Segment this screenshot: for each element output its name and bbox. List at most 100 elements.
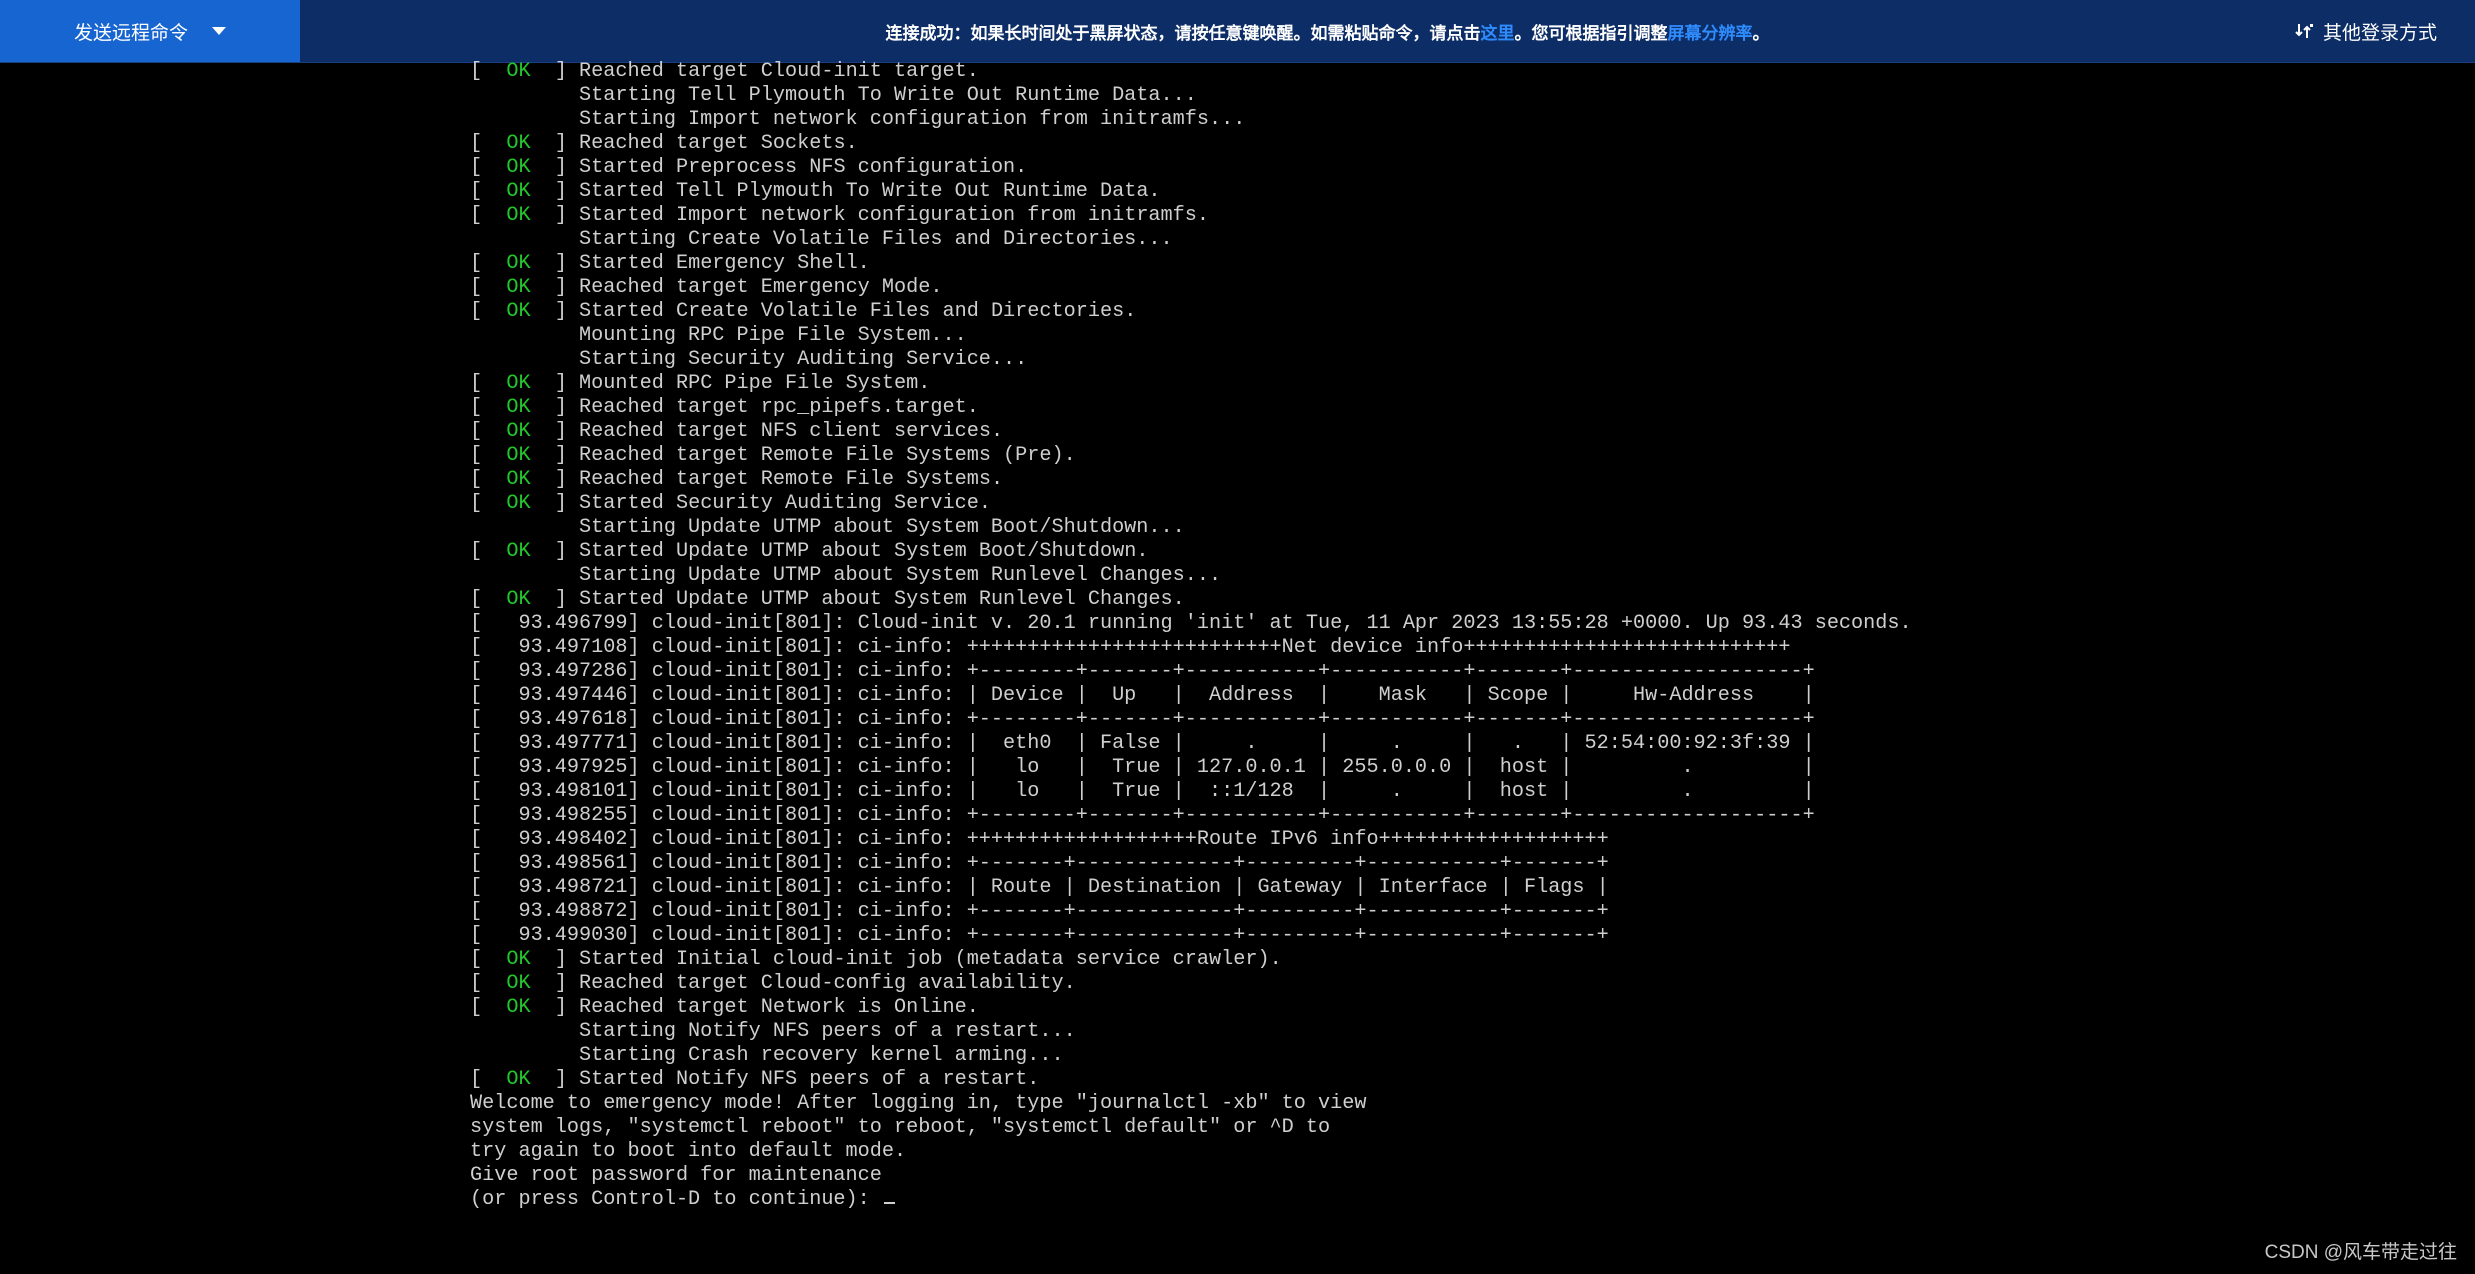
- console-line: Starting Create Volatile Files and Direc…: [470, 228, 1173, 251]
- console-line-text: [ 93.497108] cloud-init[801]: ci-info: +…: [470, 636, 1791, 659]
- console-line-text: [ 93.497771] cloud-init[801]: ci-info: |…: [470, 732, 1815, 755]
- ok-status: OK: [494, 60, 543, 83]
- console-line-text: Reached target Remote File Systems.: [579, 468, 1004, 491]
- ok-status: OK: [494, 372, 543, 395]
- console-line-text: Started Initial cloud-init job (metadata…: [579, 948, 1282, 971]
- console-line-text: Reached target rpc_pipefs.target.: [579, 396, 979, 419]
- console-line-text: Reached target NFS client services.: [579, 420, 1004, 443]
- console-line-text: Started Update UTMP about System Runleve…: [579, 588, 1185, 611]
- console-line-text: Started Security Auditing Service.: [579, 492, 991, 515]
- top-toolbar: 发送远程命令 连接成功：如果长时间处于黑屏状态，请按任意键唤醒。如需粘贴命令，请…: [0, 0, 2475, 63]
- chevron-down-icon: [212, 27, 226, 35]
- screen-resolution-link[interactable]: 屏幕分辨率: [1668, 19, 1753, 44]
- ok-status: OK: [494, 204, 543, 227]
- console-line: Starting Update UTMP about System Runlev…: [470, 564, 1221, 587]
- console-line-text: Reached target Cloud-init target.: [579, 60, 979, 83]
- console-line-text: [ 93.498402] cloud-init[801]: ci-info: +…: [470, 828, 1609, 851]
- console-line: [ OK ] Started Emergency Shell.: [470, 252, 870, 275]
- console-line: [ OK ] Started Update UTMP about System …: [470, 540, 1149, 563]
- console-line: [ OK ] Started Preprocess NFS configurat…: [470, 156, 1028, 179]
- console-line-text: [ 93.499030] cloud-init[801]: ci-info: +…: [470, 924, 1609, 947]
- console-line: [ 93.498101] cloud-init[801]: ci-info: |…: [470, 780, 1815, 803]
- console-line: [ OK ] Started Import network configurat…: [470, 204, 1209, 227]
- ok-status: OK: [494, 420, 543, 443]
- console-line: [ OK ] Started Notify NFS peers of a res…: [470, 1068, 1040, 1091]
- console-line-text: (or press Control-D to continue):: [470, 1188, 882, 1211]
- ok-status: OK: [494, 948, 543, 971]
- console-line: Starting Crash recovery kernel arming...: [470, 1044, 1064, 1067]
- console-line: (or press Control-D to continue):: [470, 1188, 895, 1211]
- console-line: Starting Notify NFS peers of a restart..…: [470, 1020, 1076, 1043]
- console-line-text: [ 93.498255] cloud-init[801]: ci-info: +…: [470, 804, 1815, 827]
- console-line: Give root password for maintenance: [470, 1164, 882, 1187]
- console-line-text: try again to boot into default mode.: [470, 1140, 907, 1163]
- notice-text-suffix: 。: [1752, 23, 1770, 43]
- console-line: [ 93.497108] cloud-init[801]: ci-info: +…: [470, 636, 1790, 659]
- console-line: [ OK ] Reached target Cloud-init target.: [470, 60, 979, 83]
- text-cursor: [883, 1202, 895, 1204]
- console-line-text: Reached target Remote File Systems (Pre)…: [579, 444, 1076, 467]
- console-line: [ 93.498872] cloud-init[801]: ci-info: +…: [470, 900, 1609, 923]
- console-line-text: Reached target Network is Online.: [579, 996, 979, 1019]
- ok-status: OK: [494, 468, 543, 491]
- console-line: [ 93.499030] cloud-init[801]: ci-info: +…: [470, 924, 1609, 947]
- console-line: [ 93.497286] cloud-init[801]: ci-info: +…: [470, 660, 1815, 683]
- console-line: [ OK ] Reached target Sockets.: [470, 132, 858, 155]
- console-line: [ 93.497771] cloud-init[801]: ci-info: |…: [470, 732, 1815, 755]
- console-line-text: Starting Security Auditing Service...: [470, 348, 1028, 371]
- console-line: [ 93.497618] cloud-init[801]: ci-info: +…: [470, 708, 1815, 731]
- console-line-text: Give root password for maintenance: [470, 1164, 882, 1187]
- console-line-text: Starting Import network configuration fr…: [470, 108, 1246, 131]
- console-line-text: Starting Tell Plymouth To Write Out Runt…: [470, 84, 1197, 107]
- console-line: [ OK ] Reached target NFS client service…: [470, 420, 1004, 443]
- console-line-text: Reached target Cloud-config availability…: [579, 972, 1076, 995]
- paste-here-link[interactable]: 这里: [1481, 19, 1515, 44]
- console-output[interactable]: [ OK ] Reached target Cloud-init target.…: [470, 60, 1912, 1212]
- console-line-text: [ 93.498101] cloud-init[801]: ci-info: |…: [470, 780, 1815, 803]
- console-line-text: [ 93.497446] cloud-init[801]: ci-info: |…: [470, 684, 1815, 707]
- notice-text-middle: 。您可根据指引调整: [1514, 23, 1668, 43]
- console-line-text: Reached target Sockets.: [579, 132, 858, 155]
- console-line: [ 93.497925] cloud-init[801]: ci-info: |…: [470, 756, 1815, 779]
- console-line: [ OK ] Reached target Remote File System…: [470, 468, 1004, 491]
- ok-status: OK: [494, 300, 543, 323]
- ok-status: OK: [494, 996, 543, 1019]
- send-remote-command-label: 发送远程命令: [73, 22, 188, 44]
- console-line: try again to boot into default mode.: [470, 1140, 906, 1163]
- console-line: [ OK ] Reached target Remote File System…: [470, 444, 1076, 467]
- console-line-text: [ 93.498721] cloud-init[801]: ci-info: |…: [470, 876, 1609, 899]
- console-line-text: Reached target Emergency Mode.: [579, 276, 943, 299]
- console-line-text: Starting Update UTMP about System Runlev…: [470, 564, 1222, 587]
- console-line-text: Started Create Volatile Files and Direct…: [579, 300, 1137, 323]
- console-line-text: Started Update UTMP about System Boot/Sh…: [579, 540, 1149, 563]
- console-line: Starting Update UTMP about System Boot/S…: [470, 516, 1185, 539]
- console-line: [ OK ] Started Tell Plymouth To Write Ou…: [470, 180, 1161, 203]
- console-line-text: Mounting RPC Pipe File System...: [470, 324, 967, 347]
- console-line: Starting Tell Plymouth To Write Out Runt…: [470, 84, 1197, 107]
- console-line-text: [ 93.497286] cloud-init[801]: ci-info: +…: [470, 660, 1815, 683]
- ok-status: OK: [494, 1068, 543, 1091]
- send-remote-command-button[interactable]: 发送远程命令: [0, 0, 300, 62]
- ok-status: OK: [494, 132, 543, 155]
- notice-text-prefix: 连接成功：如果长时间处于黑屏状态，请按任意键唤醒。如需粘贴命令，请点击: [885, 23, 1481, 43]
- console-line-text: Mounted RPC Pipe File System.: [579, 372, 931, 395]
- console-line-text: Started Tell Plymouth To Write Out Runti…: [579, 180, 1161, 203]
- console-line: [ OK ] Reached target Emergency Mode.: [470, 276, 943, 299]
- console-line: [ 93.498402] cloud-init[801]: ci-info: +…: [470, 828, 1609, 851]
- ok-status: OK: [494, 276, 543, 299]
- ok-status: OK: [494, 252, 543, 275]
- console-line: Welcome to emergency mode! After logging…: [470, 1092, 1366, 1115]
- ok-status: OK: [494, 396, 543, 419]
- ok-status: OK: [494, 540, 543, 563]
- console-line-text: [ 93.498872] cloud-init[801]: ci-info: +…: [470, 900, 1609, 923]
- console-line: Mounting RPC Pipe File System...: [470, 324, 967, 347]
- other-login-methods-button[interactable]: 其他登录方式: [2295, 0, 2437, 62]
- console-line-text: [ 93.497925] cloud-init[801]: ci-info: |…: [470, 756, 1815, 779]
- console-line-text: Welcome to emergency mode! After logging…: [470, 1092, 1367, 1115]
- console-line-text: Starting Crash recovery kernel arming...: [470, 1044, 1064, 1067]
- ok-status: OK: [494, 180, 543, 203]
- console-line-text: [ 93.497618] cloud-init[801]: ci-info: +…: [470, 708, 1815, 731]
- console-line-text: Starting Notify NFS peers of a restart..…: [470, 1020, 1076, 1043]
- ok-status: OK: [494, 972, 543, 995]
- other-login-label: 其他登录方式: [2322, 22, 2437, 44]
